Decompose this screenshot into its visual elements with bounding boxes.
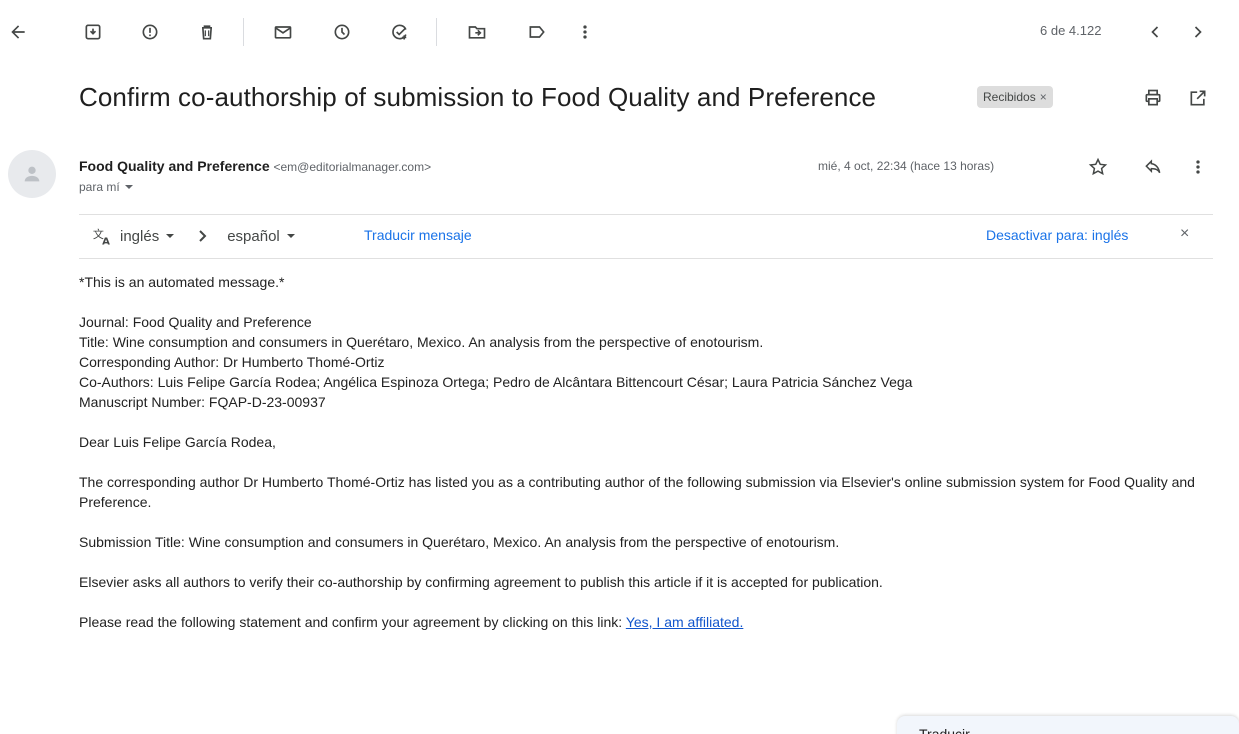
toolbar: 6 de 4.122 <box>0 0 1239 64</box>
translate-icon: 文 A <box>93 227 110 247</box>
paragraph-3: Please read the following statement and … <box>79 612 1219 632</box>
newer-icon[interactable] <box>1143 20 1167 44</box>
corresponding-author-line: Corresponding Author: Dr Humberto Thomé-… <box>79 354 385 370</box>
paragraph-2: Elsevier asks all authors to verify thei… <box>79 574 883 590</box>
chevron-right-icon <box>199 230 207 242</box>
sender-name[interactable]: Food Quality and Preference <box>79 158 270 174</box>
sender-info: Food Quality and Preference <em@editoria… <box>79 158 431 174</box>
email-subject: Confirm co-authorship of submission to F… <box>79 82 877 112</box>
label-icon[interactable] <box>525 20 549 44</box>
submission-title-line: Submission Title: Wine consumption and c… <box>79 534 840 550</box>
source-language-select[interactable]: inglés <box>120 228 159 245</box>
toolbar-separator <box>436 18 437 46</box>
inbox-label-text: Recibidos <box>983 90 1036 104</box>
chevron-down-icon <box>124 185 133 189</box>
remove-label-icon[interactable]: × <box>1040 90 1047 104</box>
automated-note: *This is an automated message.* <box>79 274 285 290</box>
reply-icon[interactable] <box>1141 155 1165 179</box>
paragraph-3-text: Please read the following statement and … <box>79 614 626 630</box>
star-icon[interactable] <box>1086 155 1110 179</box>
older-icon[interactable] <box>1186 20 1210 44</box>
more-options-icon[interactable] <box>1186 155 1210 179</box>
message-body: *This is an automated message.* Journal:… <box>79 272 1219 632</box>
manuscript-number-line: Manuscript Number: FQAP-D-23-00937 <box>79 394 326 410</box>
mark-unread-icon[interactable] <box>271 20 295 44</box>
affiliation-link[interactable]: Yes, I am affiliated. <box>626 614 744 630</box>
disable-translation-link[interactable]: Desactivar para: inglés <box>986 227 1128 243</box>
person-icon <box>24 166 40 182</box>
archive-icon[interactable] <box>81 20 105 44</box>
title-line: Title: Wine consumption and consumers in… <box>79 334 764 350</box>
coauthors-line: Co-Authors: Luis Felipe García Rodea; An… <box>79 374 913 390</box>
chevron-down-icon[interactable] <box>286 231 296 241</box>
message-counter: 6 de 4.122 <box>1040 23 1102 38</box>
message-date: mié, 4 oct, 22:34 (hace 13 horas) <box>818 159 995 173</box>
snooze-icon[interactable] <box>330 20 354 44</box>
recipient-dropdown[interactable]: para mí <box>79 180 134 194</box>
open-new-window-icon[interactable] <box>1186 86 1210 110</box>
add-task-icon[interactable] <box>388 20 412 44</box>
toolbar-separator <box>243 18 244 46</box>
greeting: Dear Luis Felipe García Rodea, <box>79 434 276 450</box>
inbox-label-chip[interactable]: Recibidos × <box>977 86 1053 108</box>
more-vert-icon[interactable] <box>573 20 597 44</box>
avatar[interactable] <box>8 150 56 198</box>
divider <box>79 258 1213 259</box>
translation-languages: 文 A inglés español <box>92 225 296 247</box>
target-language-select[interactable]: español <box>227 228 280 245</box>
move-to-icon[interactable] <box>465 20 489 44</box>
recipient-label: para mí <box>79 180 120 194</box>
floating-panel-label: Traducir <box>919 726 970 734</box>
sender-email: <em@editorialmanager.com> <box>273 160 432 174</box>
floating-panel[interactable]: Traducir <box>897 716 1239 734</box>
translate-message-link[interactable]: Traducir mensaje <box>364 227 472 243</box>
close-translation-icon[interactable]: × <box>1180 225 1189 243</box>
delete-icon[interactable] <box>195 20 219 44</box>
back-arrow-icon[interactable] <box>6 20 30 44</box>
paragraph-1: The corresponding author Dr Humberto Tho… <box>79 474 1195 510</box>
divider <box>79 214 1213 215</box>
svg-text:A: A <box>102 236 110 247</box>
journal-line: Journal: Food Quality and Preference <box>79 314 312 330</box>
chevron-down-icon[interactable] <box>165 231 175 241</box>
report-spam-icon[interactable] <box>138 20 162 44</box>
print-icon[interactable] <box>1141 86 1165 110</box>
